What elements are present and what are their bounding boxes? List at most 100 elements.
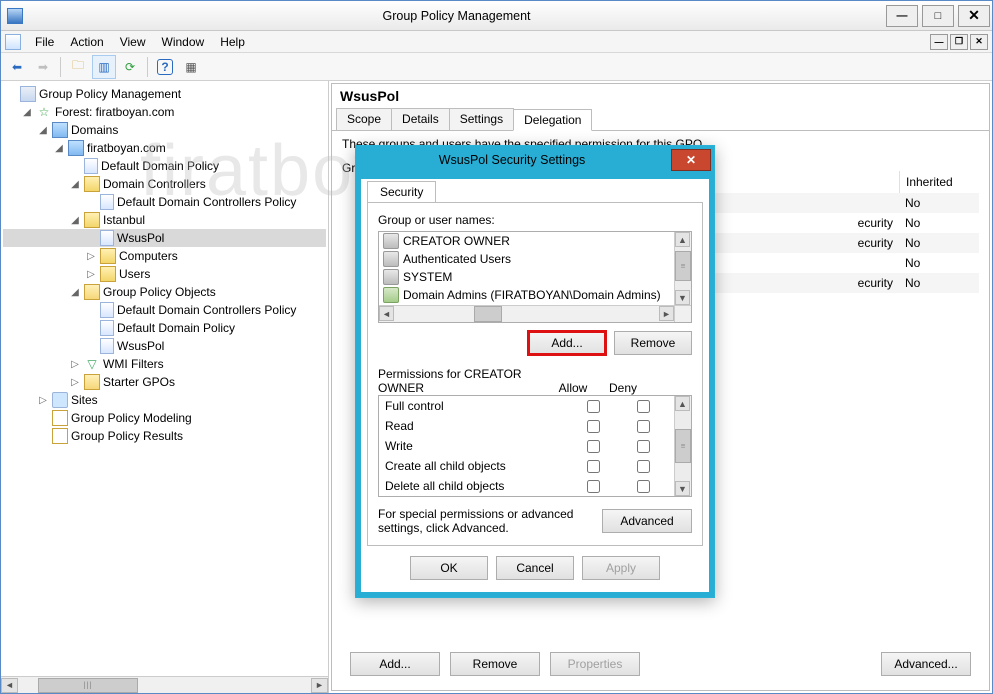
allow-checkbox[interactable]: [587, 400, 600, 413]
delegation-add-button[interactable]: Add...: [350, 652, 440, 676]
tree-default-dc-policy[interactable]: Default Domain Controllers Policy: [3, 193, 326, 211]
delegation-row[interactable]: No: [712, 193, 979, 213]
tree-istanbul-ou[interactable]: ◢Istanbul: [3, 211, 326, 229]
tab-delegation[interactable]: Delegation: [513, 109, 592, 131]
mdi-minimize-button[interactable]: —: [930, 34, 948, 50]
help-button[interactable]: ?: [153, 55, 177, 79]
permissions-scrollbar[interactable]: ▲ ≡ ▼: [674, 396, 691, 496]
listbox-horizontal-scrollbar[interactable]: ◄ ►: [379, 305, 674, 322]
principal-row[interactable]: SYSTEM: [379, 268, 674, 286]
delegation-row[interactable]: No: [712, 253, 979, 273]
nav-back-button[interactable]: ⬅: [5, 55, 29, 79]
delegation-advanced-button[interactable]: Advanced...: [881, 652, 971, 676]
allow-checkbox[interactable]: [587, 420, 600, 433]
col-inherited-header[interactable]: Inherited: [899, 171, 979, 193]
starter-gpo-icon: [84, 374, 100, 390]
tab-settings[interactable]: Settings: [449, 108, 514, 130]
principals-listbox[interactable]: CREATOR OWNER Authenticated UsersSYSTEMDo…: [378, 231, 692, 323]
scroll-thumb[interactable]: |||: [38, 678, 138, 693]
scroll-up-button[interactable]: ▲: [675, 232, 690, 247]
security-advanced-button[interactable]: Advanced: [602, 509, 692, 533]
principal-row[interactable]: Authenticated Users: [379, 250, 674, 268]
deny-checkbox[interactable]: [637, 440, 650, 453]
scroll-thumb[interactable]: ≡: [675, 251, 691, 281]
listbox-vertical-scrollbar[interactable]: ▲ ≡ ▼: [674, 232, 691, 305]
tree-gpo-container[interactable]: ◢Group Policy Objects: [3, 283, 326, 301]
dialog-ok-button[interactable]: OK: [410, 556, 488, 580]
user-group-icon: [383, 287, 399, 303]
scroll-down-button[interactable]: ▼: [675, 290, 690, 305]
window-minimize-button[interactable]: —: [886, 5, 918, 27]
mdi-restore-button[interactable]: ❐: [950, 34, 968, 50]
dialog-close-button[interactable]: ✕: [671, 149, 711, 171]
properties-button[interactable]: ▦: [179, 55, 203, 79]
menu-window[interactable]: Window: [154, 32, 213, 52]
delegation-row[interactable]: ecurityNo: [712, 233, 979, 253]
deny-checkbox[interactable]: [637, 420, 650, 433]
menu-help[interactable]: Help: [212, 32, 253, 52]
principal-name: CREATOR OWNER: [403, 234, 510, 248]
mdi-close-button[interactable]: ✕: [970, 34, 988, 50]
scroll-left-button[interactable]: ◄: [379, 306, 394, 321]
dialog-titlebar[interactable]: WsusPol Security Settings ✕: [356, 146, 714, 174]
scroll-track[interactable]: |||: [18, 678, 311, 693]
tree-horizontal-scrollbar[interactable]: ◄ ||| ►: [1, 676, 328, 693]
refresh-button[interactable]: ⟳: [118, 55, 142, 79]
allow-checkbox[interactable]: [587, 480, 600, 493]
tree-sites[interactable]: ▷Sites: [3, 391, 326, 409]
scroll-right-button[interactable]: ►: [659, 306, 674, 321]
tree-gpo-ddcp[interactable]: Default Domain Controllers Policy: [3, 301, 326, 319]
tree-gpo-wsuspol[interactable]: WsusPol: [3, 337, 326, 355]
tree-gp-modeling[interactable]: Group Policy Modeling: [3, 409, 326, 427]
tree-wsuspol-gpo[interactable]: WsusPol: [3, 229, 326, 247]
menu-file[interactable]: File: [27, 32, 62, 52]
tree-domain-controllers[interactable]: ◢Domain Controllers: [3, 175, 326, 193]
tree-label: Group Policy Management: [39, 87, 181, 101]
window-maximize-button[interactable]: □: [922, 5, 954, 27]
dialog-tab-security[interactable]: Security: [367, 181, 436, 202]
scroll-down-button[interactable]: ▼: [675, 481, 690, 496]
tab-scope[interactable]: Scope: [336, 108, 392, 130]
tree-domains[interactable]: ◢Domains: [3, 121, 326, 139]
tree-computers-ou[interactable]: ▷Computers: [3, 247, 326, 265]
dialog-apply-button[interactable]: Apply: [582, 556, 660, 580]
deny-checkbox[interactable]: [637, 460, 650, 473]
menu-action[interactable]: Action: [62, 32, 111, 52]
tree-forest[interactable]: ◢☆Forest: firatboyan.com: [3, 103, 326, 121]
deny-checkbox[interactable]: [637, 480, 650, 493]
scroll-up-button[interactable]: ▲: [675, 396, 690, 411]
tree-default-domain-policy[interactable]: Default Domain Policy: [3, 157, 326, 175]
window-close-button[interactable]: ✕: [958, 5, 990, 27]
tree-gpo-ddp[interactable]: Default Domain Policy: [3, 319, 326, 337]
security-add-button[interactable]: Add...: [528, 331, 606, 355]
delegation-remove-button[interactable]: Remove: [450, 652, 540, 676]
tree-wmi-filters[interactable]: ▷▽WMI Filters: [3, 355, 326, 373]
principal-row[interactable]: CREATOR OWNER: [379, 232, 674, 250]
tree-gp-results[interactable]: Group Policy Results: [3, 427, 326, 445]
nav-forward-button[interactable]: ➡: [31, 55, 55, 79]
security-remove-button[interactable]: Remove: [614, 331, 692, 355]
scroll-thumb[interactable]: [474, 306, 502, 322]
menu-view[interactable]: View: [112, 32, 154, 52]
deny-checkbox[interactable]: [637, 400, 650, 413]
up-folder-button[interactable]: 🗀: [66, 55, 90, 79]
delegation-row[interactable]: ecurityNo: [712, 273, 979, 293]
tree-root[interactable]: Group Policy Management: [3, 85, 326, 103]
delegation-cell: ecurity: [839, 233, 899, 253]
principal-row[interactable]: Domain Admins (FIRATBOYAN\Domain Admins): [379, 286, 674, 304]
scroll-thumb[interactable]: ≡: [675, 429, 691, 463]
show-tree-button[interactable]: ▥: [92, 55, 116, 79]
allow-checkbox[interactable]: [587, 440, 600, 453]
dialog-cancel-button[interactable]: Cancel: [496, 556, 574, 580]
tab-details[interactable]: Details: [391, 108, 450, 130]
delegation-inherited-cell: No: [899, 193, 979, 213]
tree-starter-gpos[interactable]: ▷Starter GPOs: [3, 373, 326, 391]
delegation-properties-button[interactable]: Properties: [550, 652, 640, 676]
scroll-left-button[interactable]: ◄: [1, 678, 18, 693]
tree-domain[interactable]: ◢firatboyan.com: [3, 139, 326, 157]
scroll-right-button[interactable]: ►: [311, 678, 328, 693]
delegation-row[interactable]: ecurityNo: [712, 213, 979, 233]
tree-users-ou[interactable]: ▷Users: [3, 265, 326, 283]
allow-checkbox[interactable]: [587, 460, 600, 473]
app-icon: [7, 8, 23, 24]
